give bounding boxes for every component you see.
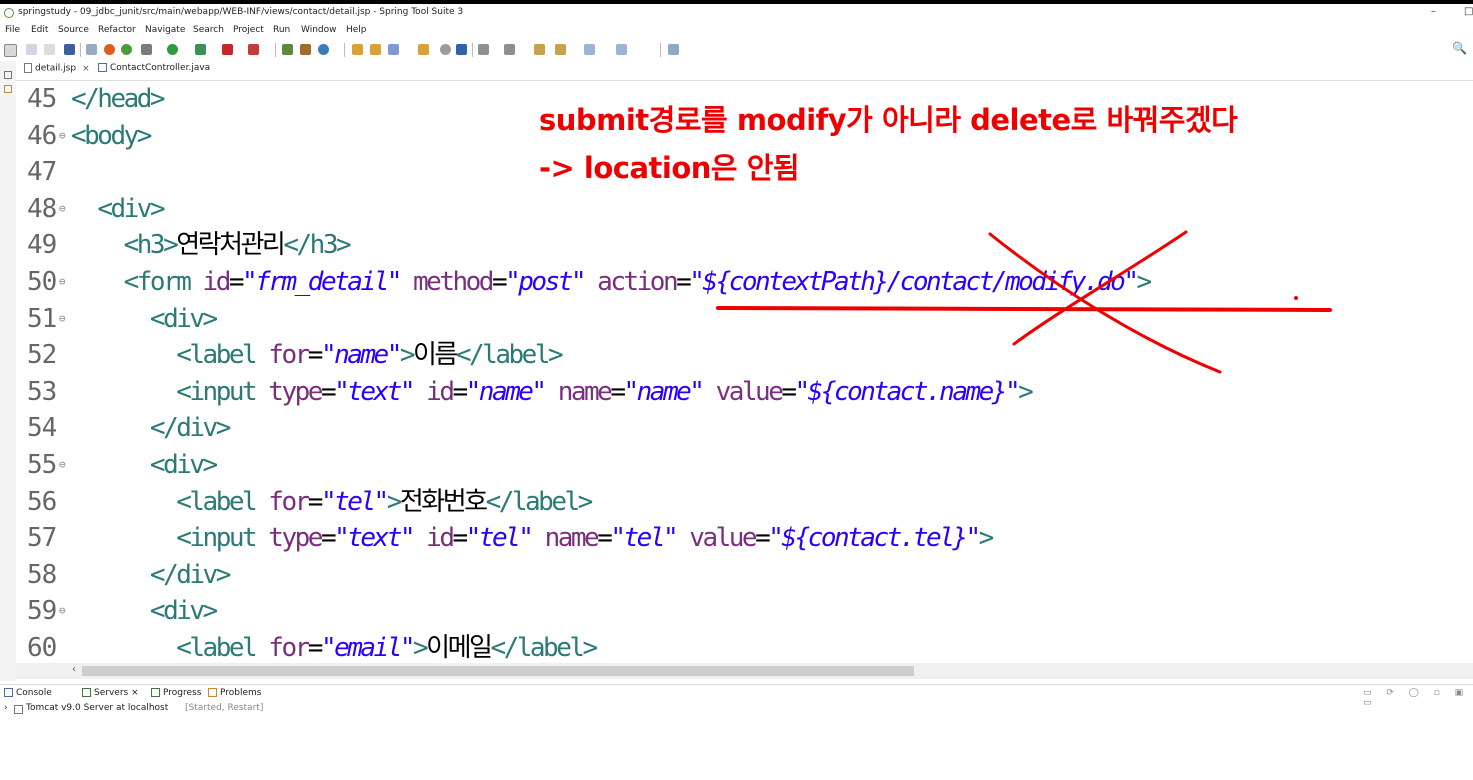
- close-icon[interactable]: ×: [131, 688, 139, 698]
- server-name: Tomcat v9.0 Server at localhost: [26, 703, 169, 713]
- tomcat-icon: [14, 705, 23, 714]
- annotation-note: submit경로를 modify가 아니라 delete로 바꿔주겠다 -> l…: [539, 96, 1238, 192]
- server-status: [Started, Restart]: [185, 703, 264, 713]
- annotation-line-2: -> location은 안됨: [539, 151, 800, 185]
- cross-stroke-2: [1012, 230, 1188, 346]
- tab-label: Problems: [220, 688, 262, 698]
- scroll-left-icon[interactable]: ‹: [72, 664, 76, 675]
- tab-label: Progress: [163, 688, 202, 698]
- scrollbar-thumb[interactable]: [82, 666, 914, 676]
- bottom-panel-tabs: Console Servers × Progress Problems ▭ ⟳ …: [0, 684, 1473, 708]
- tab-servers[interactable]: Servers ×: [82, 688, 139, 698]
- horizontal-scrollbar[interactable]: ‹: [16, 663, 1473, 679]
- tab-label: Servers: [94, 688, 129, 698]
- servers-icon: [82, 688, 91, 697]
- annotation-line-1: submit경로를 modify가 아니라 delete로 바꿔주겠다: [539, 103, 1238, 137]
- cross-stroke-1: [988, 232, 1222, 374]
- progress-icon: [151, 688, 160, 697]
- server-list-item[interactable]: › Tomcat v9.0 Server at localhost [Start…: [0, 703, 1473, 717]
- tab-progress[interactable]: Progress: [151, 688, 201, 698]
- tab-label: Console: [16, 688, 52, 698]
- tab-console[interactable]: Console: [4, 688, 52, 698]
- annotation-dot: [1294, 296, 1298, 300]
- underline-stroke: [716, 306, 1332, 312]
- tab-problems[interactable]: Problems: [208, 688, 261, 698]
- expand-icon[interactable]: ›: [4, 703, 8, 713]
- console-icon: [4, 688, 13, 697]
- problems-icon: [208, 688, 217, 697]
